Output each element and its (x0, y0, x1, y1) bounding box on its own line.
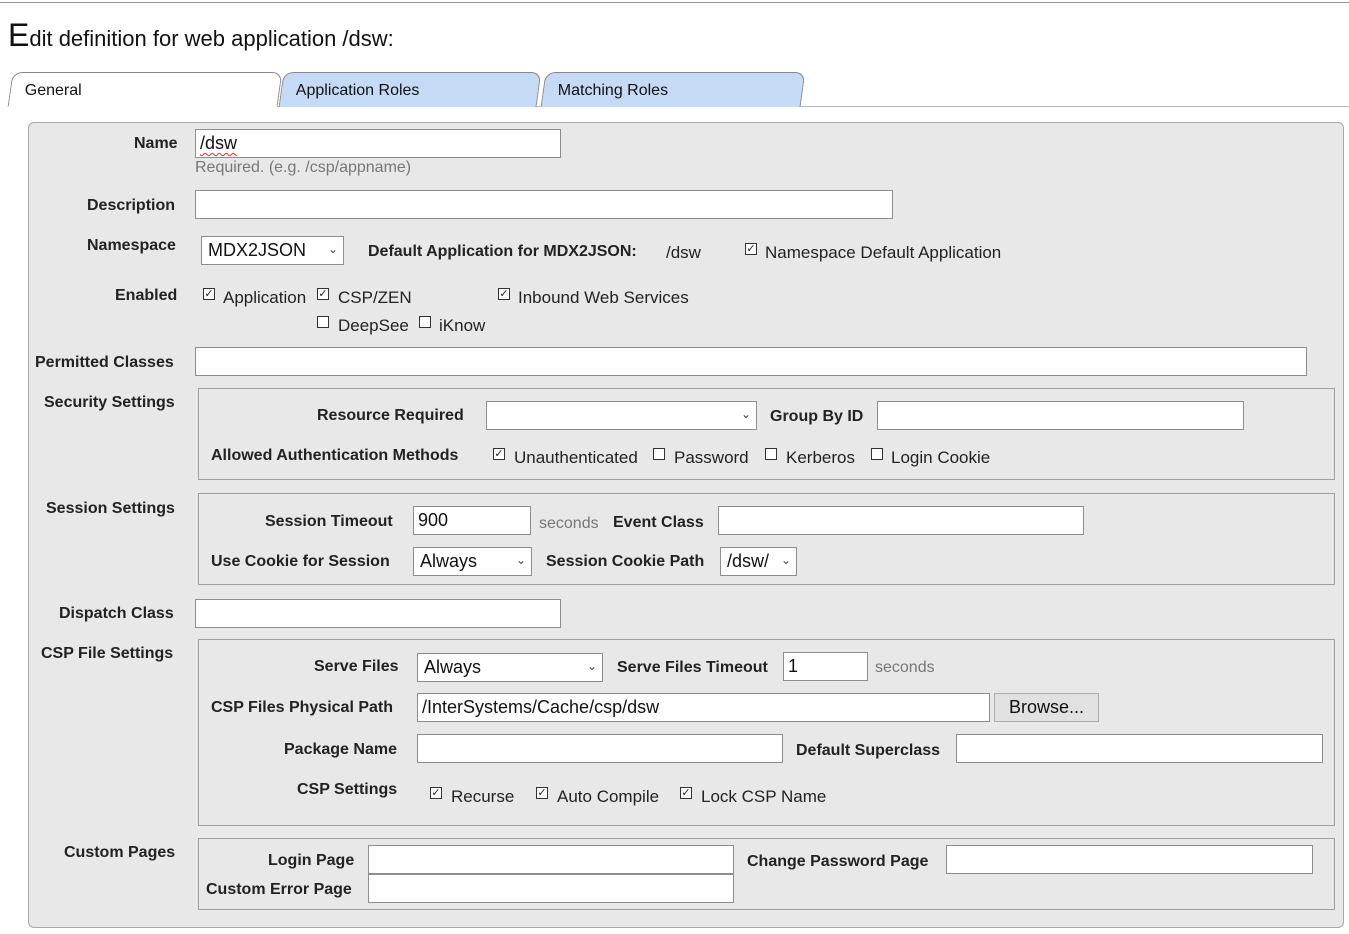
chevron-down-icon: ⌄ (515, 553, 526, 567)
ns-default-label: Namespace Default Application (765, 243, 1002, 262)
login-page-input[interactable] (368, 845, 734, 874)
tab-matching-roles[interactable]: Matching Roles (540, 72, 806, 107)
auth-kerberos-label: Kerberos (786, 448, 855, 467)
tab-label: General (24, 82, 82, 99)
page-title: Edit definition for web application /dsw… (8, 17, 394, 53)
group-by-id-label: Group By ID (770, 408, 864, 425)
cookie-path-value: /dsw/ (727, 551, 770, 571)
default-superclass-input[interactable] (956, 734, 1323, 763)
resource-required-label: Resource Required (317, 407, 464, 424)
csp-settings-label: CSP Settings (297, 781, 398, 798)
serve-files-select[interactable]: Always ⌄ (417, 653, 603, 682)
enabled-deepsee-label: DeepSee (338, 316, 409, 335)
name-hint: Required. (e.g. /csp/appname) (195, 159, 412, 176)
default-app-value: /dsw (666, 243, 701, 262)
enabled-iknow-label: iKnow (439, 316, 486, 335)
serve-files-value: Always (424, 657, 482, 677)
csp-file-settings-label: CSP File Settings (41, 645, 174, 662)
description-label: Description (87, 197, 176, 214)
namespace-select[interactable]: MDX2JSON ⌄ (201, 236, 344, 265)
auto-compile-checkbox[interactable]: ✓ (536, 787, 548, 799)
event-class-label: Event Class (613, 514, 704, 531)
tab-label: Matching Roles (557, 82, 669, 99)
lock-csp-name-label: Lock CSP Name (701, 787, 827, 806)
package-name-input[interactable] (417, 734, 783, 763)
namespace-value: MDX2JSON (208, 240, 307, 260)
lock-csp-name-checkbox[interactable]: ✓ (680, 787, 692, 799)
permitted-classes-label: Permitted Classes (35, 354, 174, 371)
serve-files-timeout-unit: seconds (875, 659, 935, 676)
auth-kerberos-checkbox[interactable] (765, 448, 777, 460)
enabled-application-label: Application (223, 288, 307, 307)
physical-path-input[interactable]: /InterSystems/Cache/csp/dsw (417, 693, 990, 722)
tab-general[interactable]: General (7, 72, 283, 107)
enabled-application-checkbox[interactable]: ✓ (203, 288, 215, 300)
session-timeout-input[interactable]: 900 (413, 506, 531, 535)
auth-login-cookie-checkbox[interactable] (871, 448, 883, 460)
auth-password-checkbox[interactable] (653, 448, 665, 460)
resource-required-select[interactable]: ⌄ (486, 401, 757, 430)
package-name-label: Package Name (284, 741, 397, 758)
recurse-checkbox[interactable]: ✓ (430, 787, 442, 799)
chevron-down-icon: ⌄ (327, 242, 338, 256)
change-password-input[interactable] (946, 845, 1313, 874)
chevron-down-icon: ⌄ (586, 659, 597, 673)
default-superclass-label: Default Superclass (796, 742, 941, 759)
error-page-input[interactable] (368, 874, 734, 903)
enabled-deepsee-checkbox[interactable] (317, 316, 329, 328)
enabled-label: Enabled (115, 287, 178, 304)
login-page-label: Login Page (268, 852, 355, 869)
dispatch-class-label: Dispatch Class (59, 605, 174, 622)
recurse-label: Recurse (451, 787, 515, 806)
description-input[interactable] (195, 190, 893, 219)
session-timeout-label: Session Timeout (265, 513, 393, 530)
change-password-label: Change Password Page (747, 853, 929, 870)
error-page-label: Custom Error Page (206, 881, 352, 898)
namespace-label: Namespace (87, 237, 176, 254)
security-settings-label: Security Settings (44, 394, 175, 411)
custom-pages-label: Custom Pages (64, 844, 176, 861)
use-cookie-label: Use Cookie for Session (211, 553, 390, 570)
auth-unauthenticated-label: Unauthenticated (514, 448, 638, 467)
use-cookie-select[interactable]: Always ⌄ (413, 547, 532, 576)
name-label: Name (134, 135, 178, 152)
enabled-cspzen-label: CSP/ZEN (338, 288, 412, 307)
top-divider (0, 2, 1349, 3)
event-class-input[interactable] (718, 506, 1084, 535)
auth-methods-label: Allowed Authentication Methods (211, 447, 459, 464)
cookie-path-select[interactable]: /dsw/ ⌄ (720, 547, 797, 576)
tab-application-roles[interactable]: Application Roles (278, 72, 542, 107)
auto-compile-label: Auto Compile (557, 787, 660, 806)
group-by-id-input[interactable] (877, 401, 1244, 430)
session-settings-label: Session Settings (46, 500, 175, 517)
browse-button[interactable]: Browse... (994, 693, 1099, 722)
enabled-inbound-ws-label: Inbound Web Services (518, 288, 689, 307)
permitted-classes-input[interactable] (195, 347, 1307, 376)
chevron-down-icon: ⌄ (740, 407, 751, 421)
chevron-down-icon: ⌄ (780, 553, 791, 567)
auth-unauthenticated-checkbox[interactable]: ✓ (493, 448, 505, 460)
use-cookie-value: Always (420, 551, 478, 571)
dispatch-class-input[interactable] (195, 599, 561, 628)
ns-default-checkbox[interactable]: ✓ (745, 243, 757, 255)
default-app-label: Default Application for MDX2JSON: (368, 243, 637, 260)
auth-password-label: Password (674, 448, 749, 467)
serve-files-timeout-input[interactable]: 1 (783, 652, 868, 681)
serve-files-label: Serve Files (314, 658, 399, 675)
name-value: /dsw (200, 133, 238, 153)
session-timeout-unit: seconds (539, 515, 599, 532)
tab-label: Application Roles (295, 82, 420, 99)
physical-path-label: CSP Files Physical Path (211, 699, 394, 716)
serve-files-timeout-label: Serve Files Timeout (617, 659, 768, 676)
auth-login-cookie-label: Login Cookie (891, 448, 991, 467)
enabled-cspzen-checkbox[interactable]: ✓ (317, 288, 329, 300)
name-input[interactable]: /dsw (195, 129, 561, 158)
cookie-path-label: Session Cookie Path (546, 553, 705, 570)
enabled-iknow-checkbox[interactable] (419, 316, 431, 328)
enabled-inbound-ws-checkbox[interactable]: ✓ (498, 288, 510, 300)
